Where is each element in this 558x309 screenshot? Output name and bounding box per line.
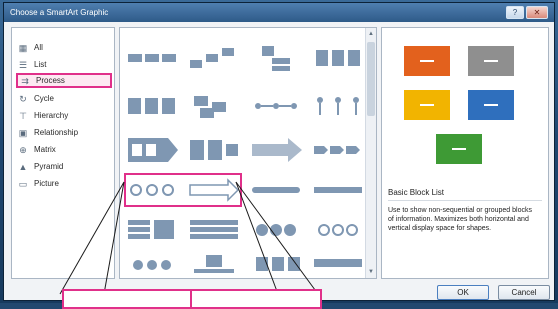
callout-line [235, 181, 279, 295]
callout-lines [59, 181, 319, 295]
callout-line [235, 181, 319, 295]
callout-box [62, 289, 192, 309]
callout-box [190, 289, 322, 309]
